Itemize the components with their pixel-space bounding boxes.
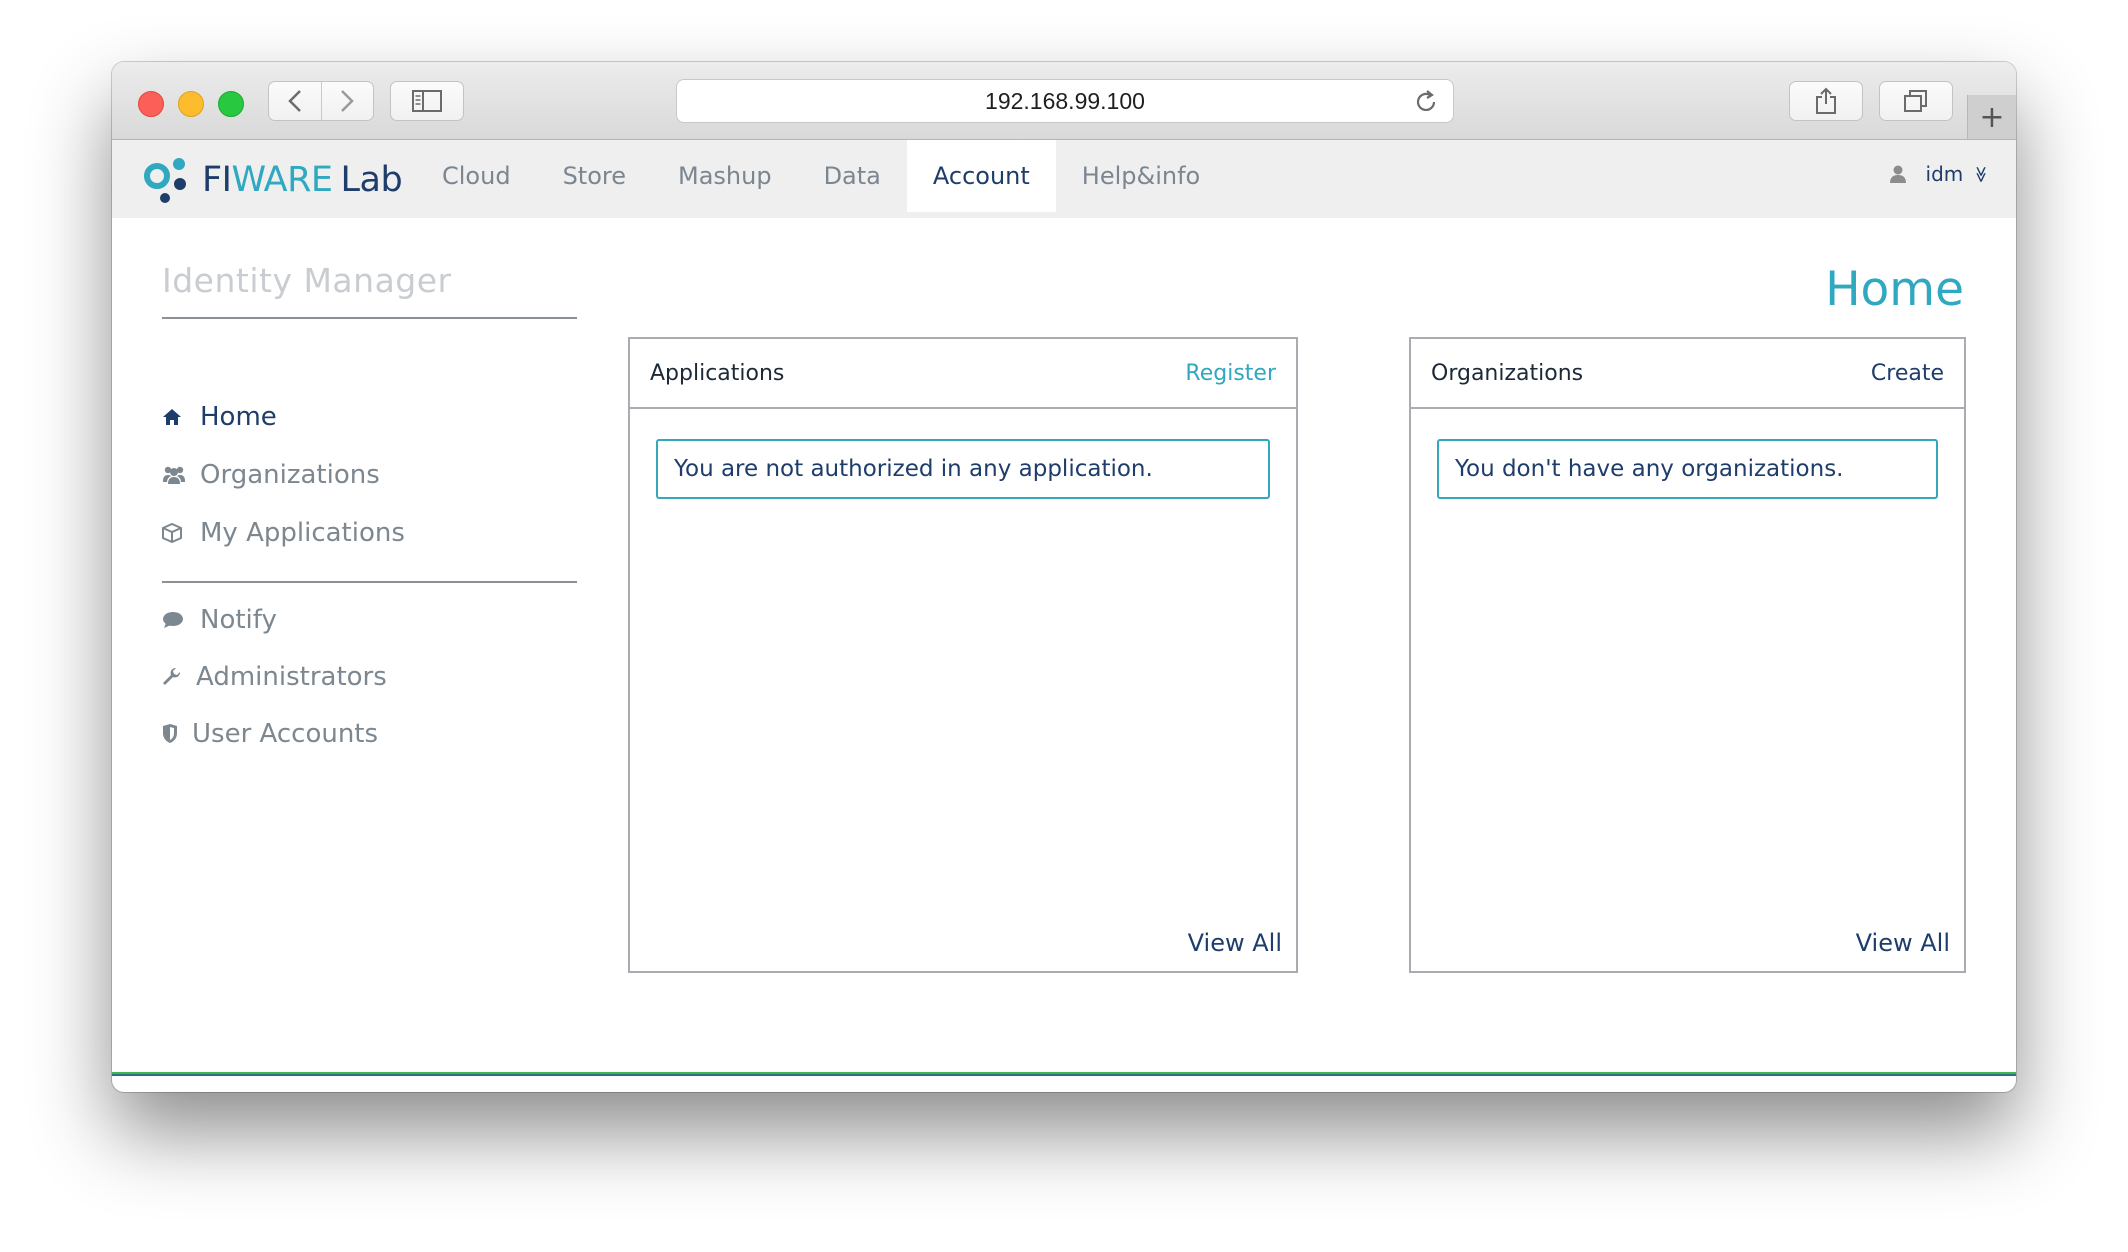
address-bar[interactable]: 192.168.99.100 bbox=[676, 79, 1454, 123]
logo-fi: FI bbox=[202, 160, 232, 200]
share-button[interactable] bbox=[1789, 81, 1863, 121]
comment-icon bbox=[162, 611, 192, 629]
new-tab-button[interactable]: + bbox=[1967, 95, 2016, 139]
share-icon bbox=[1816, 87, 1836, 114]
sidebar-icon bbox=[412, 90, 442, 112]
sidebar-item-home[interactable]: Home bbox=[162, 402, 277, 432]
user-icon bbox=[1889, 165, 1906, 183]
logo-lab: Lab bbox=[340, 160, 403, 200]
minimize-window-button[interactable] bbox=[178, 91, 204, 117]
shield-icon bbox=[162, 724, 192, 744]
applications-panel-title: Applications bbox=[650, 360, 785, 386]
reload-icon[interactable] bbox=[1413, 89, 1439, 115]
sidebar-item-label: My Applications bbox=[200, 518, 405, 548]
cube-icon bbox=[162, 523, 192, 543]
close-window-button[interactable] bbox=[138, 91, 164, 117]
page-title: Home bbox=[1825, 262, 1964, 317]
logo-text: FIWARE Lab bbox=[202, 160, 403, 200]
users-icon bbox=[162, 465, 192, 485]
chevron-left-icon bbox=[287, 90, 301, 112]
organizations-panel-title: Organizations bbox=[1431, 360, 1584, 386]
sidebar-item-label: Administrators bbox=[196, 662, 387, 692]
nav-store[interactable]: Store bbox=[537, 140, 652, 212]
sidebar-divider bbox=[162, 317, 577, 319]
url-text: 192.168.99.100 bbox=[985, 87, 1145, 114]
sidebar-title: Identity Manager bbox=[162, 261, 452, 300]
sidebar-item-label: Home bbox=[200, 402, 277, 432]
plus-icon: + bbox=[1979, 99, 2005, 135]
sidebar-item-organizations[interactable]: Organizations bbox=[162, 460, 380, 490]
applications-empty-notice: You are not authorized in any applicatio… bbox=[656, 439, 1270, 499]
sidebar-divider bbox=[162, 581, 577, 583]
chevron-right-icon bbox=[341, 90, 355, 112]
applications-panel: Applications Register You are not author… bbox=[628, 337, 1298, 973]
sidebar-item-label: Organizations bbox=[200, 460, 380, 490]
register-application-link[interactable]: Register bbox=[1185, 361, 1276, 386]
home-icon bbox=[162, 408, 192, 426]
organizations-empty-notice: You don't have any organizations. bbox=[1437, 439, 1938, 499]
nav-data[interactable]: Data bbox=[798, 140, 907, 212]
forward-button[interactable] bbox=[320, 82, 374, 120]
nav-mashup[interactable]: Mashup bbox=[652, 140, 798, 212]
sidebar-toggle-button[interactable] bbox=[390, 81, 464, 121]
user-name: idm bbox=[1925, 162, 1964, 186]
organizations-panel-header: Organizations Create bbox=[1411, 339, 1964, 409]
wrench-icon bbox=[162, 667, 192, 687]
nav-cloud[interactable]: Cloud bbox=[416, 140, 537, 212]
browser-window: 192.168.99.100 + FIWARELab Cloud Store bbox=[112, 62, 2016, 1092]
organizations-view-all-link[interactable]: View All bbox=[1856, 929, 1950, 957]
logo-ware: WARE bbox=[231, 160, 333, 200]
nav-help-info[interactable]: Help&info bbox=[1056, 140, 1226, 212]
chevron-down-icon: ≫ bbox=[1972, 165, 1992, 183]
history-nav bbox=[268, 81, 374, 121]
site-header: FIWARE Lab Cloud Store Mashup Data Accoun… bbox=[112, 140, 2016, 218]
browser-toolbar: 192.168.99.100 + bbox=[112, 62, 2016, 140]
fiware-logo-icon bbox=[144, 158, 186, 203]
fiware-lab-logo[interactable]: FIWARE Lab bbox=[142, 152, 403, 208]
create-organization-link[interactable]: Create bbox=[1871, 361, 1944, 386]
sidebar-item-user-accounts[interactable]: User Accounts bbox=[162, 719, 378, 749]
sidebar-item-my-applications[interactable]: My Applications bbox=[162, 518, 405, 548]
back-button[interactable] bbox=[269, 82, 321, 120]
tabs-icon bbox=[1904, 90, 1927, 112]
footer-divider bbox=[112, 1072, 2016, 1076]
sidebar-item-label: Notify bbox=[200, 605, 277, 635]
applications-panel-header: Applications Register bbox=[630, 339, 1296, 409]
organizations-panel: Organizations Create You don't have any … bbox=[1409, 337, 1966, 973]
zoom-window-button[interactable] bbox=[218, 91, 244, 117]
sidebar-item-administrators[interactable]: Administrators bbox=[162, 662, 387, 692]
sidebar-item-notify[interactable]: Notify bbox=[162, 605, 277, 635]
show-tabs-button[interactable] bbox=[1879, 81, 1953, 121]
user-menu[interactable]: idm ≫ bbox=[1889, 162, 1992, 186]
main-nav: Cloud Store Mashup Data Account Help&inf… bbox=[416, 140, 1226, 212]
applications-view-all-link[interactable]: View All bbox=[1188, 929, 1282, 957]
sidebar-item-label: User Accounts bbox=[192, 719, 379, 749]
nav-account[interactable]: Account bbox=[906, 140, 1056, 212]
